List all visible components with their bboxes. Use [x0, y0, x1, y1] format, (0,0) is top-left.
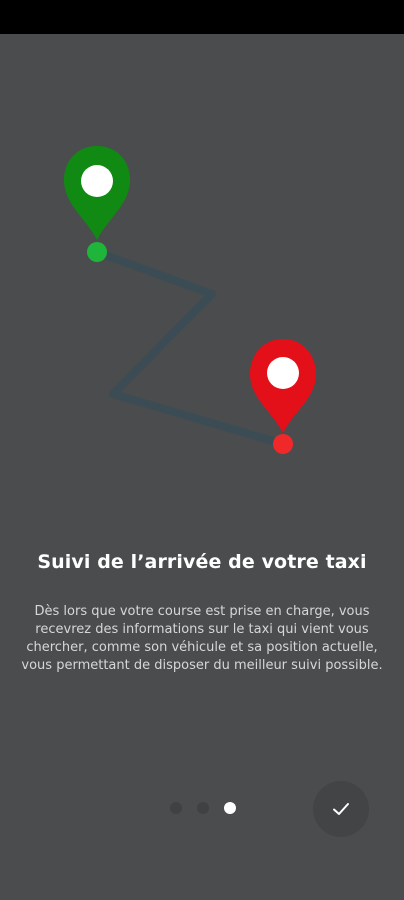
done-button[interactable]	[313, 781, 369, 837]
destination-point-dot	[273, 434, 293, 454]
onboarding-screen: Suivi de l’arrivée de votre taxi Dès lor…	[0, 34, 404, 900]
route-illustration	[64, 146, 316, 454]
page-indicator-dot-1[interactable]	[170, 802, 182, 814]
page-indicator-dot-3[interactable]	[224, 802, 236, 814]
status-bar	[0, 0, 404, 34]
page-description: Dès lors que votre course est prise en c…	[21, 604, 383, 673]
start-point-dot	[87, 242, 107, 262]
destination-pin-icon	[250, 339, 316, 433]
page-indicator	[168, 802, 248, 816]
start-location-pin-icon	[64, 146, 130, 240]
page-indicator-dot-2[interactable]	[197, 802, 209, 814]
page-title: Suivi de l’arrivée de votre taxi	[37, 551, 367, 573]
route-path	[93, 248, 287, 448]
checkmark-icon	[333, 803, 349, 815]
